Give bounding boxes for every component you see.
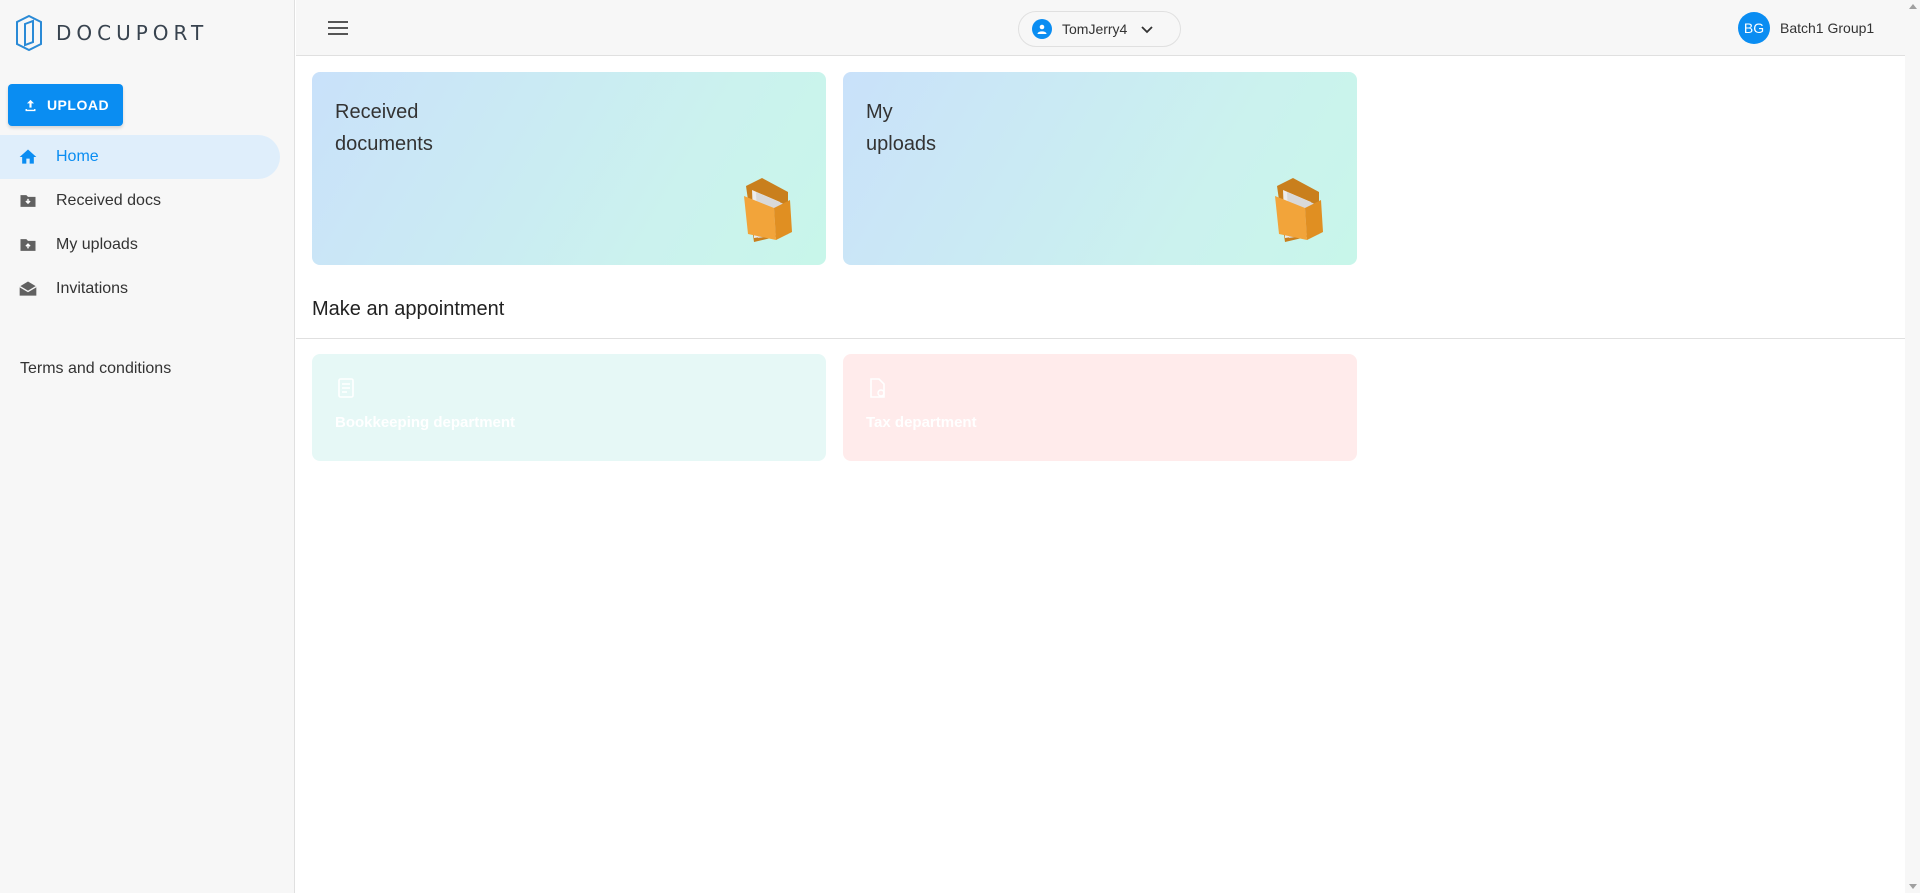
upload-label: UPLOAD xyxy=(46,97,110,113)
person-icon xyxy=(1032,19,1052,39)
topbar: TomJerry4 BG Batch1 Group1 xyxy=(296,0,1905,56)
upload-icon xyxy=(25,99,36,111)
avatar: BG xyxy=(1738,12,1770,44)
sidebar-item-invitations[interactable]: Invitations xyxy=(0,267,280,311)
appointment-section-title: Make an appointment xyxy=(312,298,505,320)
brand-name: DOCUPORT xyxy=(56,21,209,45)
account-name: TomJerry4 xyxy=(1062,21,1128,37)
sidebar: DOCUPORT UPLOAD Home Received docs My up… xyxy=(0,0,295,893)
section-divider xyxy=(296,338,1905,339)
scroll-up-arrow[interactable] xyxy=(1909,4,1917,9)
sidebar-item-label: My uploads xyxy=(56,236,138,253)
user-menu[interactable]: BG Batch1 Group1 xyxy=(1738,12,1874,44)
envelope-open-icon xyxy=(18,279,38,299)
sidebar-item-label: Received docs xyxy=(56,192,161,209)
my-uploads-card[interactable]: My uploads xyxy=(843,72,1357,265)
bookkeeping-department-card[interactable]: Bookkeeping department xyxy=(312,354,826,461)
department-label: Tax department xyxy=(866,414,977,431)
folder-icon xyxy=(1275,178,1323,242)
chevron-down-icon xyxy=(1141,26,1153,34)
sidebar-item-my-uploads[interactable]: My uploads xyxy=(0,223,280,267)
terms-link[interactable]: Terms and conditions xyxy=(20,360,171,378)
sidebar-item-received-docs[interactable]: Received docs xyxy=(0,179,280,223)
account-selector[interactable]: TomJerry4 xyxy=(1018,11,1181,47)
app: DOCUPORT UPLOAD Home Received docs My up… xyxy=(0,0,1920,893)
sidebar-nav: Home Received docs My uploads Invitation… xyxy=(0,135,280,311)
tax-department-card[interactable]: Tax department xyxy=(843,354,1357,461)
vertical-scrollbar[interactable] xyxy=(1905,0,1920,893)
sidebar-item-label: Invitations xyxy=(56,280,129,297)
user-name: Batch1 Group1 xyxy=(1780,20,1875,36)
folder-icon xyxy=(744,178,792,242)
folder-download-icon xyxy=(18,191,38,211)
received-documents-card[interactable]: Received documents xyxy=(312,72,826,265)
sidebar-item-home[interactable]: Home xyxy=(0,135,280,179)
sidebar-item-label: Home xyxy=(56,148,99,165)
department-label: Bookkeeping department xyxy=(335,414,516,431)
scroll-down-arrow[interactable] xyxy=(1909,884,1917,889)
logo[interactable]: DOCUPORT xyxy=(14,14,208,52)
home-icon xyxy=(18,147,38,167)
folder-upload-icon xyxy=(18,235,38,255)
tax-doc-icon xyxy=(870,378,885,398)
upload-button[interactable]: UPLOAD xyxy=(8,84,123,126)
menu-icon[interactable] xyxy=(326,17,350,39)
card-title: Received documents xyxy=(335,101,433,155)
card-title: My uploads xyxy=(866,101,937,155)
ledger-icon xyxy=(338,378,354,398)
docuport-logo-icon xyxy=(16,14,42,52)
